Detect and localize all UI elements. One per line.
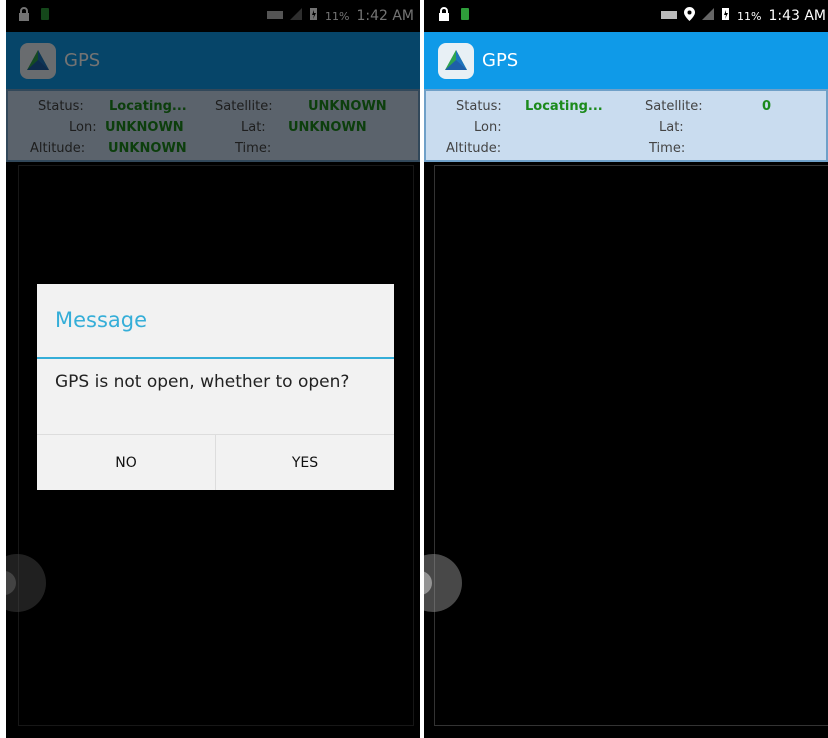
app-title: GPS <box>64 50 101 71</box>
time-label: Time: <box>649 141 686 156</box>
status-bar: 11% 1:42 AM <box>6 0 420 32</box>
altitude-label: Altitude: <box>446 141 502 156</box>
app-logo-icon <box>20 42 56 79</box>
battery-percent: 11% <box>325 9 350 23</box>
lat-value: UNKNOWN <box>288 120 367 135</box>
sim-icon <box>460 7 470 25</box>
no-button[interactable]: NO <box>37 435 215 490</box>
status-label: Status: <box>456 99 502 114</box>
app-bar: GPS <box>424 32 828 89</box>
left-screen: 11% 1:42 AM GPS Status: Locating... Sate… <box>6 0 420 738</box>
lock-icon <box>18 7 30 25</box>
dialog-message: GPS is not open, whether to open? <box>55 372 350 392</box>
status-value: Locating... <box>525 99 603 114</box>
lon-value: UNKNOWN <box>105 120 184 135</box>
battery-icon <box>309 7 318 25</box>
lon-label: Lon: <box>69 120 97 135</box>
sim-icon <box>40 7 50 25</box>
lock-icon <box>438 7 450 25</box>
map-area <box>424 165 828 738</box>
dialog-title: Message <box>55 308 148 332</box>
lat-label: Lat: <box>241 120 266 135</box>
lon-label: Lon: <box>474 120 502 135</box>
altitude-label: Altitude: <box>30 141 86 156</box>
dialog-buttons: NO YES <box>37 434 394 490</box>
app-logo-icon <box>438 42 474 79</box>
satellite-label: Satellite: <box>215 99 273 114</box>
satellite-value: UNKNOWN <box>308 99 387 114</box>
status-label: Status: <box>38 99 84 114</box>
gps-dialog: Message GPS is not open, whether to open… <box>37 284 394 490</box>
content-frame <box>434 165 828 726</box>
gps-info-panel: Status: Locating... Satellite: UNKNOWN L… <box>6 89 420 162</box>
lat-label: Lat: <box>659 120 684 135</box>
keyboard-icon <box>267 9 283 24</box>
altitude-value: UNKNOWN <box>108 141 187 156</box>
no-signal-icon <box>290 8 302 24</box>
satellite-value: 0 <box>762 99 772 114</box>
clock: 1:43 AM <box>768 8 826 24</box>
keyboard-icon <box>661 9 677 24</box>
no-signal-icon <box>702 8 714 24</box>
dialog-divider <box>37 357 394 359</box>
battery-icon <box>721 7 730 25</box>
app-title: GPS <box>482 50 519 71</box>
right-screen: 11% 1:43 AM GPS Status: Locating... Sate… <box>424 0 828 738</box>
battery-percent: 11% <box>737 9 762 23</box>
satellite-label: Satellite: <box>645 99 703 114</box>
location-pin-icon <box>684 7 695 25</box>
status-value: Locating... <box>109 99 187 114</box>
time-label: Time: <box>235 141 272 156</box>
yes-button[interactable]: YES <box>215 435 394 490</box>
gps-info-panel: Status: Locating... Satellite: 0 Lon: La… <box>424 89 828 162</box>
status-bar: 11% 1:43 AM <box>424 0 828 32</box>
app-bar: GPS <box>6 32 420 89</box>
clock: 1:42 AM <box>356 8 414 24</box>
